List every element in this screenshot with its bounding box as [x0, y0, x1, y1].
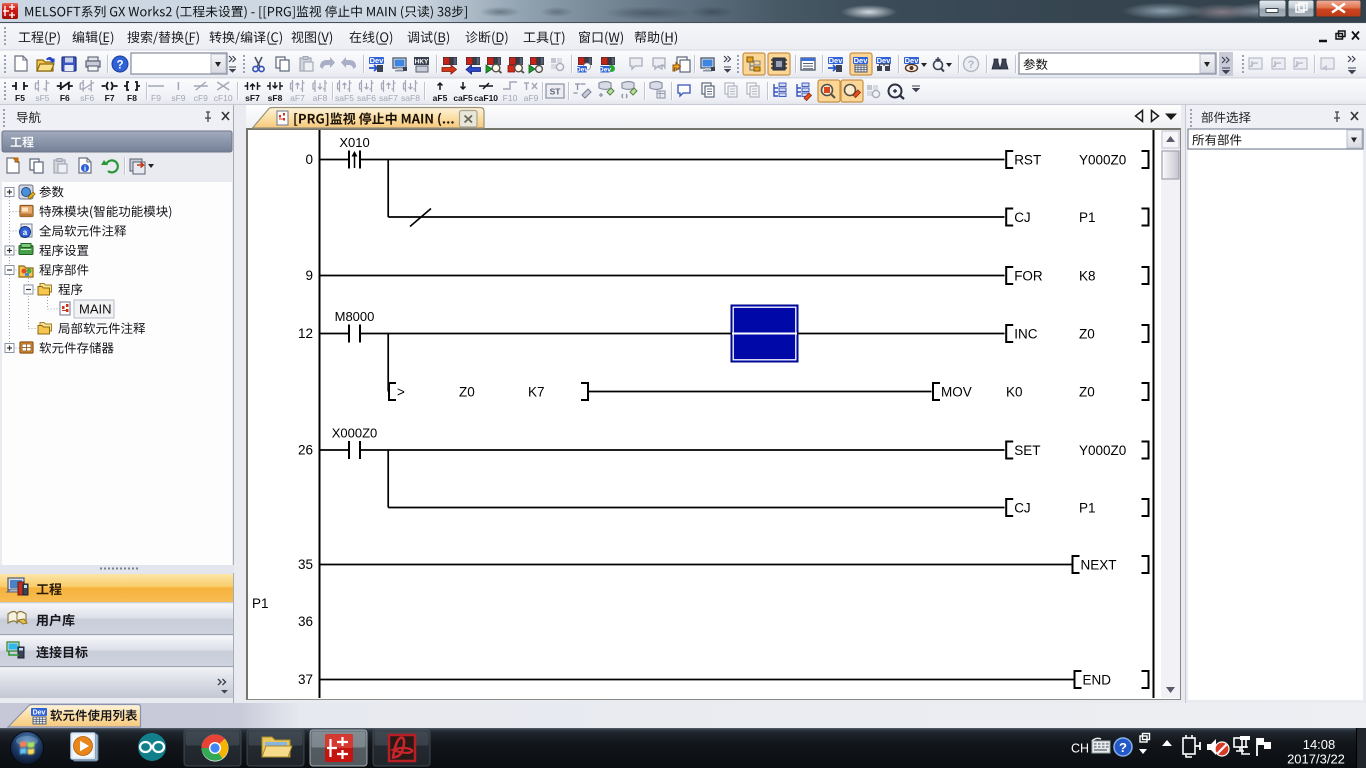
svg-text:saF6: saF6 — [357, 93, 376, 103]
svg-text:26: 26 — [298, 443, 313, 458]
svg-text:12: 12 — [298, 326, 313, 341]
svg-text:CH: CH — [1071, 742, 1089, 756]
svg-text:cF10: cF10 — [214, 93, 233, 103]
svg-text:P1: P1 — [1079, 210, 1096, 225]
svg-text:MOV: MOV — [941, 384, 972, 399]
svg-text:ST: ST — [550, 87, 562, 97]
svg-text:Z0: Z0 — [1079, 326, 1095, 341]
svg-text:caF5: caF5 — [453, 93, 473, 103]
svg-text:F8: F8 — [127, 93, 137, 103]
svg-text:Dev: Dev — [905, 56, 920, 65]
svg-text:aF5: aF5 — [433, 93, 448, 103]
svg-text:Dev: Dev — [370, 56, 385, 65]
svg-text:K7: K7 — [528, 384, 545, 399]
svg-text:CJ: CJ — [1014, 500, 1030, 515]
svg-text:36: 36 — [298, 614, 313, 629]
svg-text:K8: K8 — [1079, 268, 1096, 283]
svg-text:X010: X010 — [339, 135, 369, 150]
svg-text:sF9: sF9 — [171, 93, 185, 103]
svg-text:CJ: CJ — [1014, 210, 1030, 225]
svg-text:35: 35 — [298, 557, 313, 572]
svg-text:Dev: Dev — [599, 67, 611, 74]
svg-text:Dev: Dev — [33, 710, 46, 717]
svg-text:sF8: sF8 — [268, 93, 283, 103]
svg-text:SET: SET — [1014, 443, 1040, 458]
svg-text:Z0: Z0 — [1079, 384, 1095, 399]
svg-text:Z0: Z0 — [459, 384, 475, 399]
svg-text:RST: RST — [1014, 152, 1041, 167]
svg-text:P1: P1 — [252, 596, 269, 611]
svg-text:i: i — [84, 164, 86, 173]
svg-text:>: > — [397, 384, 405, 399]
svg-text:aF9: aF9 — [524, 93, 539, 103]
svg-text:X000Z0: X000Z0 — [332, 426, 378, 441]
svg-text:caF10: caF10 — [474, 93, 498, 103]
svg-text:Dev: Dev — [829, 56, 844, 65]
svg-text:saF8: saF8 — [401, 93, 420, 103]
svg-text:F5: F5 — [15, 93, 25, 103]
svg-text:K0: K0 — [1006, 384, 1023, 399]
svg-text:aF8: aF8 — [313, 93, 328, 103]
svg-text:Dev: Dev — [576, 67, 588, 74]
svg-text:MAIN: MAIN — [79, 302, 112, 317]
svg-text:2017/3/22: 2017/3/22 — [1287, 752, 1345, 767]
svg-text:END: END — [1083, 672, 1112, 687]
svg-text:saF5: saF5 — [335, 93, 354, 103]
svg-text:M8000: M8000 — [335, 309, 375, 324]
svg-text:F10: F10 — [503, 93, 518, 103]
svg-text:aF7: aF7 — [290, 93, 305, 103]
svg-text:P1: P1 — [1079, 500, 1096, 515]
svg-text:Y000Z0: Y000Z0 — [1079, 152, 1126, 167]
svg-text:?: ? — [968, 59, 975, 71]
svg-text:0: 0 — [305, 152, 313, 167]
svg-text:F7: F7 — [105, 93, 115, 103]
svg-text:?: ? — [116, 60, 123, 72]
svg-text:a: a — [23, 228, 28, 237]
svg-text:14:08: 14:08 — [1303, 737, 1336, 752]
svg-text:cF9: cF9 — [194, 93, 208, 103]
svg-text:Y000Z0: Y000Z0 — [1079, 443, 1126, 458]
svg-text:NEXT: NEXT — [1081, 557, 1117, 572]
svg-text:saF7: saF7 — [379, 93, 398, 103]
svg-text:9: 9 — [305, 268, 313, 283]
svg-text:?: ? — [1119, 740, 1127, 755]
svg-text:INC: INC — [1014, 326, 1037, 341]
svg-text:F9: F9 — [151, 93, 161, 103]
svg-text:FOR: FOR — [1014, 268, 1043, 283]
svg-text:sF7: sF7 — [245, 93, 260, 103]
svg-text:sF5: sF5 — [35, 93, 49, 103]
svg-text:HKY: HKY — [415, 59, 429, 66]
svg-text:37: 37 — [298, 672, 313, 687]
svg-text:sF6: sF6 — [80, 93, 94, 103]
svg-text:F6: F6 — [60, 93, 70, 103]
svg-text:Dev: Dev — [854, 56, 869, 65]
